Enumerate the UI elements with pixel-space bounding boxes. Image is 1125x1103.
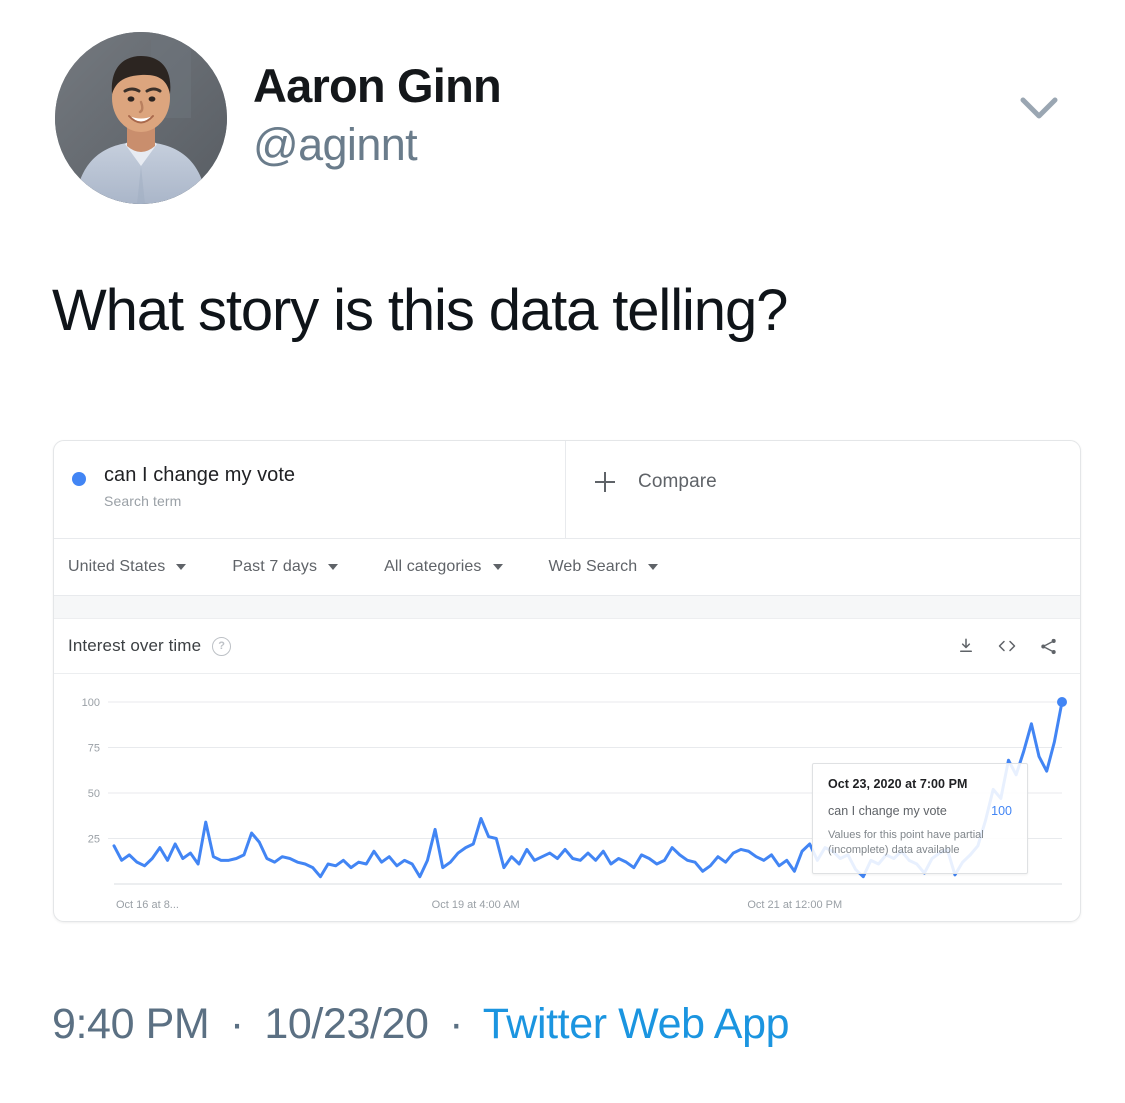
filter-category-label: All categories [384, 558, 482, 575]
filter-category[interactable]: All categories [384, 558, 503, 576]
chart-actions [957, 637, 1058, 656]
google-trends-card: can I change my vote Search term Compare… [53, 440, 1081, 922]
filter-time-range[interactable]: Past 7 days [232, 558, 339, 576]
avatar-image [55, 32, 227, 204]
svg-text:Oct 16 at 8...: Oct 16 at 8... [116, 899, 179, 911]
chevron-down-glyph [1020, 97, 1058, 119]
search-term-row: can I change my vote Search term Compare [54, 441, 1080, 539]
filter-search-type[interactable]: Web Search [549, 558, 659, 576]
panel-title: Interest over time [68, 636, 202, 655]
section-divider [54, 596, 1080, 619]
embed-code-icon[interactable] [997, 637, 1017, 655]
chevron-down-icon [328, 564, 339, 570]
tweet-text: What story is this data telling? [52, 278, 788, 343]
filter-region[interactable]: United States [68, 558, 187, 576]
meta-separator-1: · [229, 1000, 244, 1048]
meta-separator-2: · [449, 1000, 464, 1048]
download-icon[interactable] [957, 637, 975, 655]
filter-time-range-label: Past 7 days [232, 558, 318, 575]
tweet-date: 10/23/20 [264, 1000, 429, 1048]
download-glyph [960, 638, 972, 652]
tweet-meta: 9:40 PM · 10/23/20 · Twitter Web App [52, 1000, 789, 1049]
filters-row: United States Past 7 days All categories… [54, 539, 1080, 596]
tooltip-date: Oct 23, 2020 at 7:00 PM [828, 777, 968, 791]
plus-icon [594, 471, 616, 493]
tweet-header: Aaron Ginn @aginnt [55, 32, 1075, 212]
display-name: Aaron Ginn [253, 59, 502, 112]
svg-text:Oct 19 at 4:00 AM: Oct 19 at 4:00 AM [432, 899, 520, 911]
chevron-down-icon[interactable] [1011, 84, 1067, 132]
svg-text:50: 50 [88, 788, 100, 800]
compare-cell[interactable]: Compare [566, 441, 1080, 538]
avatar[interactable] [55, 32, 227, 204]
share-icon[interactable] [1039, 637, 1058, 656]
interest-over-time-header: Interest over time ? [54, 619, 1080, 674]
filter-region-label: United States [68, 558, 166, 575]
help-circle-icon[interactable]: ? [212, 636, 232, 656]
tweet-time: 9:40 PM [52, 1000, 210, 1048]
chart-tooltip: Oct 23, 2020 at 7:00 PM can I change my … [812, 763, 1028, 875]
embed-code-glyph [998, 640, 1016, 652]
search-term-cell[interactable]: can I change my vote Search term [54, 441, 566, 538]
filter-search-type-label: Web Search [548, 558, 638, 575]
tooltip-series-name: can I change my vote [828, 804, 947, 818]
search-term-label: can I change my vote [104, 464, 296, 486]
share-glyph [1041, 638, 1056, 654]
svg-text:75: 75 [88, 743, 100, 755]
svg-text:Oct 21 at 12:00 PM: Oct 21 at 12:00 PM [747, 899, 842, 911]
chevron-down-icon [176, 564, 187, 570]
compare-label: Compare [638, 471, 717, 492]
series-color-dot [72, 472, 86, 486]
search-term-type: Search term [104, 493, 182, 509]
tooltip-note: Values for this point have partial (inco… [828, 829, 984, 857]
svg-text:25: 25 [88, 834, 100, 846]
tooltip-series-value: 100 [991, 804, 1012, 818]
handle: @aginnt [253, 118, 418, 170]
svg-text:100: 100 [82, 697, 100, 709]
tweet-source[interactable]: Twitter Web App [483, 1000, 790, 1048]
chevron-down-icon [492, 564, 503, 570]
tooltip-series-row: can I change my vote 100 [828, 804, 1012, 818]
identity-block: Aaron Ginn @aginnt [253, 59, 502, 170]
chevron-down-icon [648, 564, 659, 570]
